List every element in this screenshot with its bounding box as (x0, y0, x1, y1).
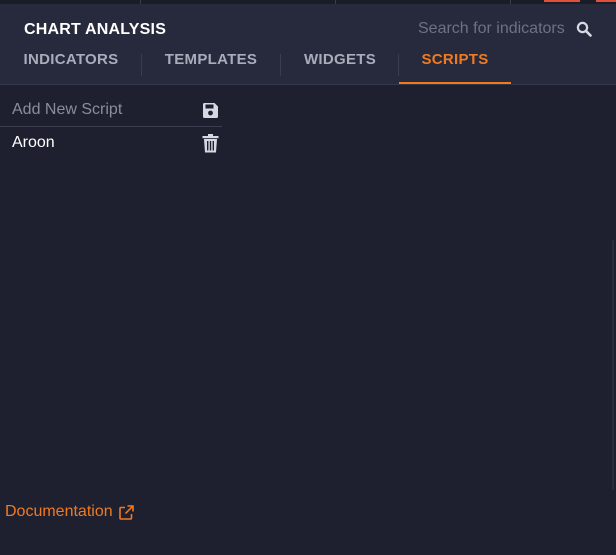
tab-scripts[interactable]: SCRIPTS (399, 44, 511, 84)
tab-label: INDICATORS (23, 51, 119, 68)
tab-bar: INDICATORS TEMPLATES WIDGETS SCRIPTS (0, 44, 616, 84)
tab-label: SCRIPTS (421, 51, 489, 68)
tab-templates[interactable]: TEMPLATES (150, 44, 272, 84)
new-script-input[interactable] (12, 100, 192, 120)
tab-label: WIDGETS (303, 51, 377, 68)
tab-divider (280, 54, 281, 76)
tab-label: TEMPLATES (164, 51, 258, 68)
top-strip-accent (596, 0, 616, 2)
search-icon[interactable] (576, 21, 592, 37)
active-tab-indicator (399, 82, 511, 84)
script-name: Aroon (12, 134, 55, 151)
panel-header: CHART ANALYSIS INDICATORS TEMPLATES WIDG… (0, 4, 616, 85)
new-script-row (0, 94, 222, 127)
external-link-icon (118, 504, 134, 520)
tab-divider (141, 54, 142, 76)
panel-edge (612, 240, 614, 490)
tab-indicators[interactable]: INDICATORS (10, 44, 132, 84)
documentation-link[interactable]: Documentation (5, 503, 134, 521)
search-input[interactable] (418, 18, 598, 40)
script-list-item[interactable]: Aroon (0, 127, 222, 159)
tab-widgets[interactable]: WIDGETS (285, 44, 395, 84)
trash-icon[interactable] (202, 134, 219, 153)
scripts-panel: Aroon (0, 94, 222, 159)
save-icon[interactable] (202, 102, 219, 119)
panel-title: CHART ANALYSIS (24, 21, 167, 38)
documentation-label: Documentation (5, 503, 113, 520)
top-strip-accent (544, 0, 580, 2)
